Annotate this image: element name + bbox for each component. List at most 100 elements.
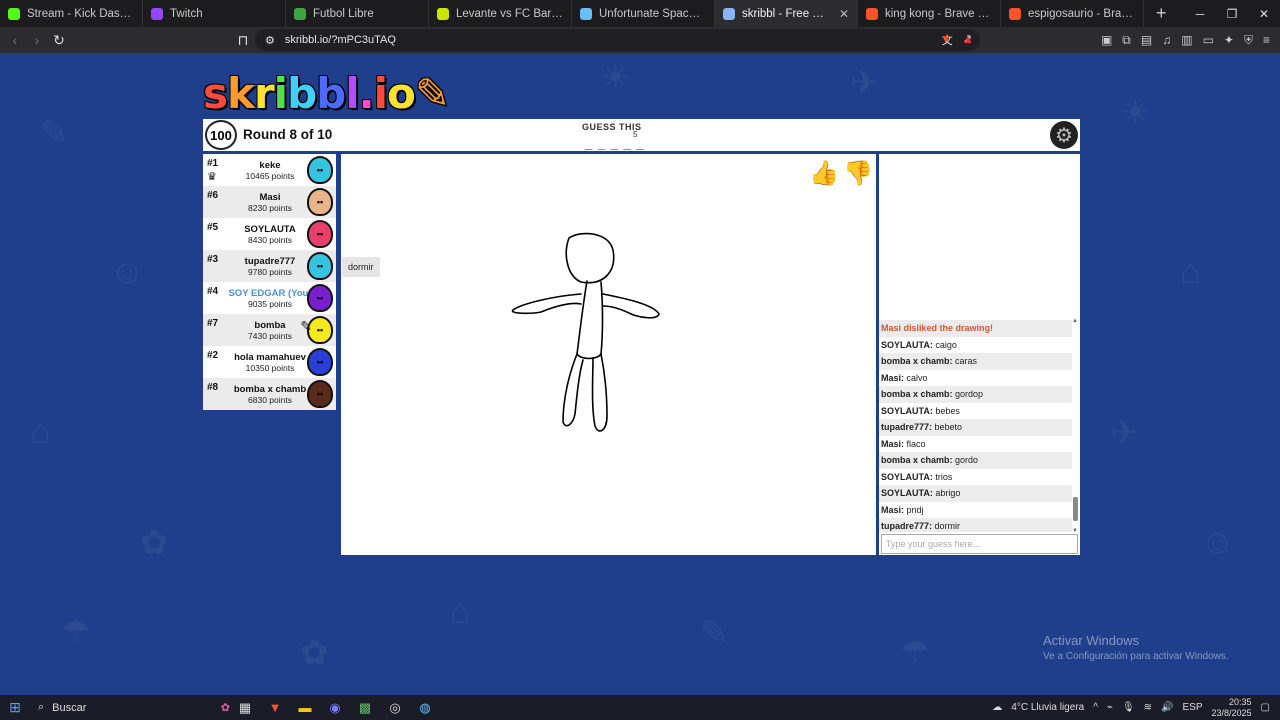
- leo-icon[interactable]: ✦: [1224, 33, 1234, 47]
- player-rank: #1: [207, 158, 219, 169]
- brave-shields-icon[interactable]: ▼: [940, 32, 952, 46]
- mic-icon[interactable]: 🎙: [1122, 702, 1135, 713]
- chat-scrollbar[interactable]: ▲ ▼: [1072, 318, 1078, 534]
- minecraft-icon[interactable]: ▩: [350, 700, 380, 716]
- system-tray: ☁ 4°C Lluvia ligera ^ ⌁ 🎙 ≋ 🔊 ESP 20:35 …: [992, 695, 1280, 720]
- flamingo-icon: ✿: [220, 702, 230, 714]
- timer-clock-icon: 100: [205, 120, 237, 150]
- minimize-icon[interactable]: ─: [1184, 0, 1216, 27]
- doodle-icon: ✈: [850, 64, 879, 102]
- tab-title: Stream - Kick Dashboard: [27, 7, 134, 20]
- player-row[interactable]: #1 keke 10465 points •• ♛: [203, 154, 336, 186]
- doodle-icon: ⌂: [30, 413, 51, 451]
- discord-icon[interactable]: ◉: [320, 700, 350, 716]
- chat-sender: SOYLAUTA: [881, 488, 930, 498]
- wifi-icon[interactable]: ≋: [1144, 702, 1152, 713]
- player-name: bomba x chamb: [233, 384, 307, 395]
- player-name: tupadre777: [244, 256, 296, 267]
- doodle-icon: ✎: [700, 614, 729, 652]
- chat-message: SOYLAUTA: bebes: [879, 403, 1072, 420]
- chat-message: tupadre777: bebeto: [879, 419, 1072, 436]
- network-icon[interactable]: ⌁: [1107, 702, 1113, 713]
- close-tab-icon[interactable]: ✕: [839, 7, 849, 21]
- brave-rewards-icon[interactable]: ▲: [962, 32, 974, 46]
- site-info-icon[interactable]: ⚙: [265, 34, 275, 47]
- windows-taskbar: ⊞ ⌕ Buscar ✿ ▦ ▼ ▬ ◉ ▩ ◎ ◍ ☁ 4°C Lluvia …: [0, 695, 1280, 720]
- scroll-up-icon[interactable]: ▲: [1072, 318, 1078, 324]
- player-row[interactable]: #2 hola mamahuev 10350 points ••: [203, 346, 336, 378]
- browser-tab[interactable]: Twitch: [143, 0, 286, 27]
- skribbl-logo[interactable]: skribbl.io✎: [203, 69, 450, 118]
- screenshot-icon[interactable]: ⧉: [1122, 33, 1131, 48]
- chat-sender: SOYLAUTA: [881, 339, 930, 350]
- player-name: SOY EDGAR (You): [228, 288, 312, 299]
- notifications-icon[interactable]: ▢: [1261, 702, 1270, 713]
- menu-icon[interactable]: ≡: [1263, 33, 1270, 47]
- new-tab-button[interactable]: +: [1144, 0, 1179, 27]
- player-row[interactable]: #7 bomba 7430 points •• ✎: [203, 314, 336, 346]
- player-rank: #6: [207, 190, 219, 201]
- player-rank: #7: [207, 318, 219, 329]
- player-row[interactable]: #5 SOYLAUTA 8430 points ••: [203, 218, 336, 250]
- reader-icon[interactable]: ▤: [1141, 33, 1152, 47]
- taskbar-clock[interactable]: 20:35 23/8/2025: [1212, 697, 1252, 719]
- game-header: 100 Round 8 of 10 GUESS THIS 5 _ _ _ _ _…: [203, 119, 1080, 151]
- sidebar-toggle-icon[interactable]: ▣: [1101, 33, 1112, 47]
- obs-icon[interactable]: ◎: [380, 700, 410, 716]
- address-bar[interactable]: ⚙ skribbl.io/?mPC3uTAQ 文 ↗: [255, 29, 980, 51]
- chat-text: caigo: [935, 339, 957, 350]
- tray-chevron-icon[interactable]: ^: [1093, 702, 1098, 713]
- chat-text: caras: [955, 356, 978, 366]
- doodle-icon: ✿: [140, 524, 169, 562]
- weather-text[interactable]: 4°C Lluvia ligera: [1011, 702, 1084, 713]
- forward-icon[interactable]: ›: [26, 32, 48, 48]
- player-list: #1 keke 10465 points •• ♛ #6 Masi 8230 points ••…: [203, 154, 336, 410]
- player-name: hola mamahuev: [234, 352, 306, 363]
- avatar: ••: [307, 220, 333, 248]
- bookmark-icon[interactable]: ⊓: [232, 32, 254, 49]
- avatar: ••: [307, 380, 333, 408]
- brave-taskbar-icon[interactable]: ▼: [260, 700, 290, 715]
- language-indicator[interactable]: ESP: [1182, 702, 1202, 713]
- taskbar-search[interactable]: ⌕ Buscar ✿: [30, 701, 230, 714]
- chat-message: SOYLAUTA: trios: [879, 469, 1072, 486]
- browser-tab[interactable]: Levante vs FC Barcelona + "res: [429, 0, 572, 27]
- player-row[interactable]: #3 tupadre777 9780 points ••: [203, 250, 336, 282]
- chat-text: calvo: [906, 372, 928, 383]
- vpn-icon[interactable]: ⛨: [1244, 33, 1253, 48]
- player-rank: #5: [207, 222, 219, 233]
- browser-tab[interactable]: espigosaurio - Brave Search: [1001, 0, 1144, 27]
- chat-text: dormir: [934, 521, 961, 531]
- close-window-icon[interactable]: ✕: [1248, 0, 1280, 27]
- windows-start-icon[interactable]: ⊞: [0, 699, 30, 716]
- tab-title: Unfortunate Spacemen en Stea: [599, 7, 706, 20]
- clock-time: 20:35: [1229, 696, 1252, 707]
- drawing-canvas[interactable]: 👍 👎: [341, 154, 876, 555]
- task-view-icon[interactable]: ▦: [230, 700, 260, 716]
- player-row[interactable]: #8 bomba x chamb 6830 points ••: [203, 378, 336, 410]
- livescore-icon: [437, 7, 449, 20]
- file-explorer-icon[interactable]: ▬: [290, 700, 320, 715]
- chat-message: bomba x chamb: gordop: [879, 386, 1072, 403]
- scrollbar-thumb[interactable]: [1073, 497, 1078, 521]
- music-icon[interactable]: ♫: [1162, 33, 1171, 47]
- weather-icon[interactable]: ☁: [992, 702, 1002, 713]
- browser-tab[interactable]: king kong - Brave Search: [858, 0, 1001, 27]
- maximize-icon[interactable]: ❐: [1216, 0, 1248, 27]
- browser-tab[interactable]: skribbl - Free Multiplayer D ✕: [715, 0, 858, 27]
- player-row[interactable]: #6 Masi 8230 points ••: [203, 186, 336, 218]
- player-row[interactable]: #4 SOY EDGAR (You) 9035 points ••: [203, 282, 336, 314]
- settings-gear-icon[interactable]: ⚙: [1050, 121, 1078, 149]
- browser-tab[interactable]: Stream - Kick Dashboard: [0, 0, 143, 27]
- volume-icon[interactable]: 🔊: [1161, 702, 1173, 713]
- browser-tab[interactable]: Unfortunate Spacemen en Stea: [572, 0, 715, 27]
- panel-icon[interactable]: ▥: [1181, 33, 1192, 47]
- doodle-icon: ☺: [1200, 523, 1235, 561]
- back-icon[interactable]: ‹: [4, 32, 26, 48]
- steam-taskbar-icon[interactable]: ◍: [410, 700, 440, 716]
- crown-icon: ♛: [207, 171, 217, 183]
- reload-icon[interactable]: ↻: [48, 32, 70, 49]
- guess-input[interactable]: [881, 534, 1078, 554]
- wallet-icon[interactable]: ▭: [1203, 33, 1214, 47]
- browser-tab[interactable]: Futbol Libre: [286, 0, 429, 27]
